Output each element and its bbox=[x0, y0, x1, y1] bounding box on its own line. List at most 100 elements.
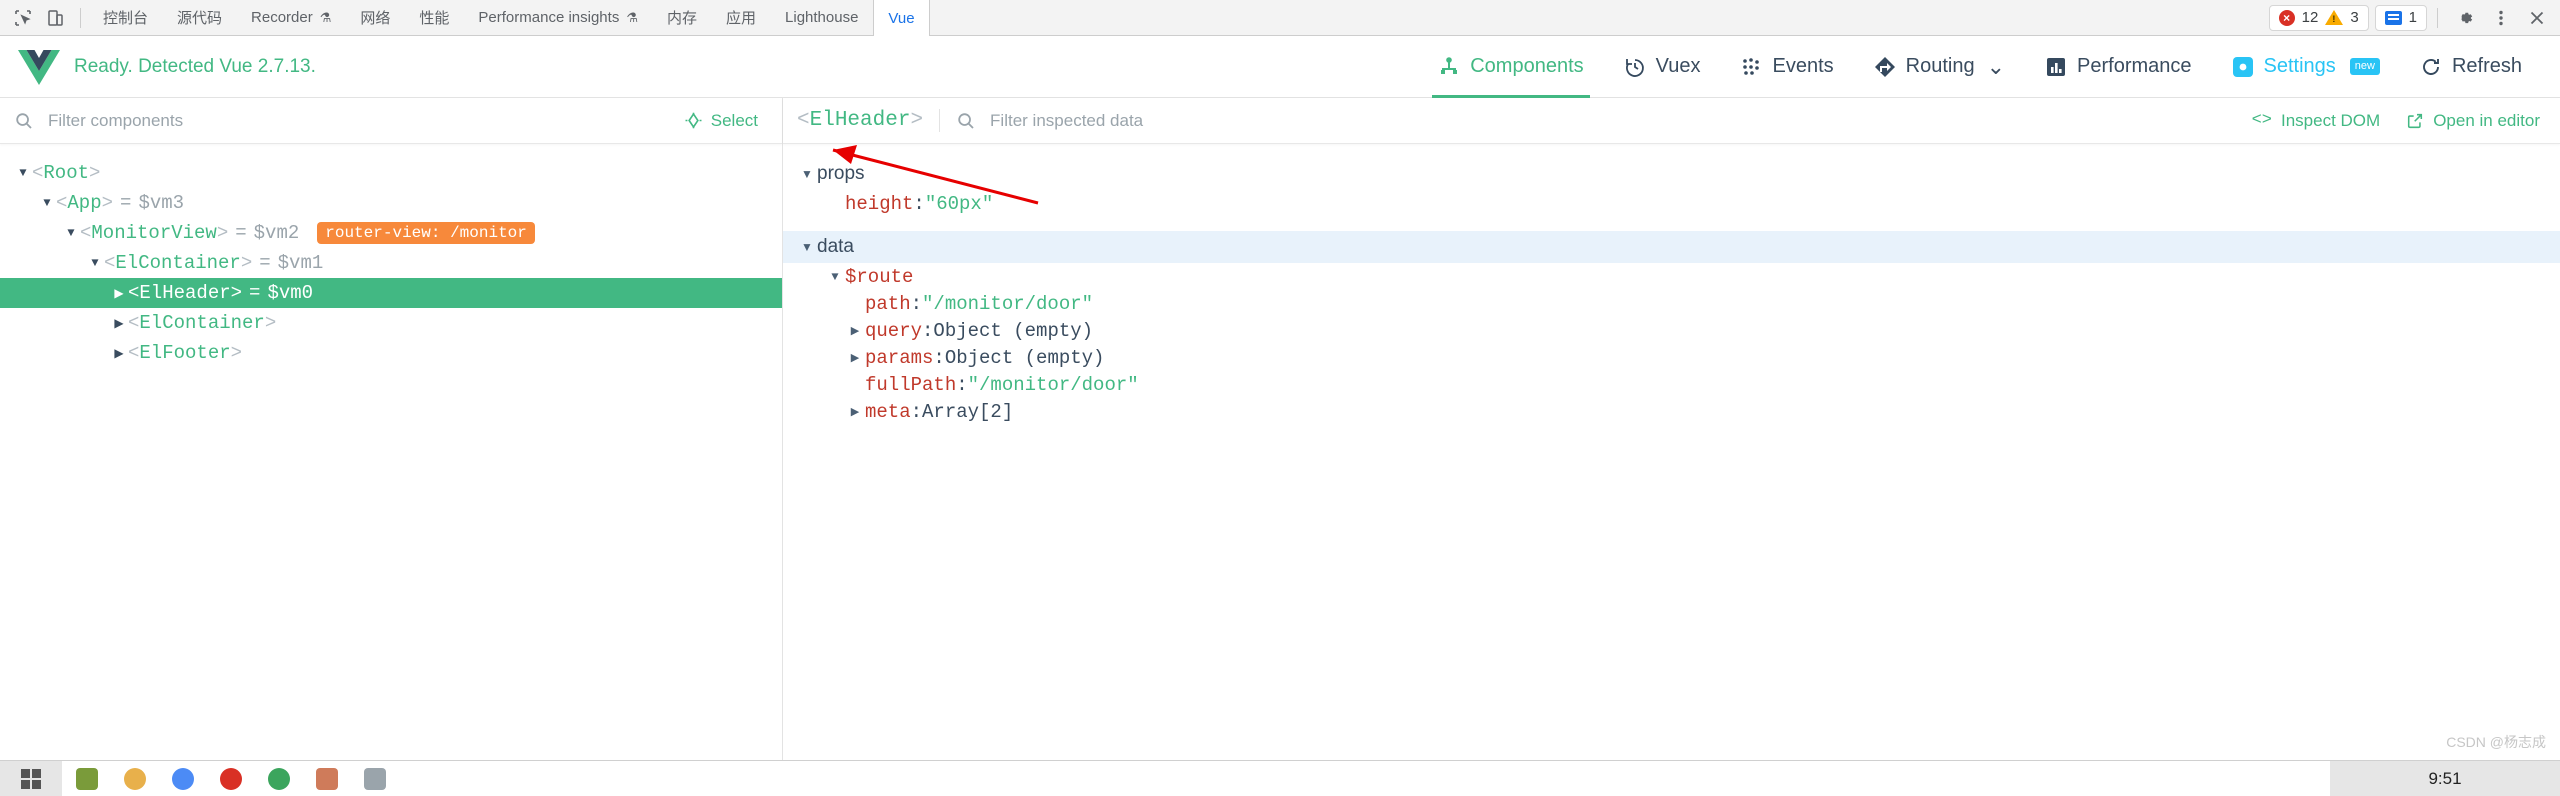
external-link-icon bbox=[2408, 113, 2423, 128]
start-button[interactable] bbox=[0, 761, 62, 796]
gear-icon[interactable] bbox=[2448, 3, 2482, 33]
devtools-tab-6[interactable]: Performance insights ⚗ bbox=[464, 0, 653, 35]
taskbar-app-2[interactable] bbox=[124, 767, 146, 790]
vue-nav-item-events[interactable]: Events bbox=[1720, 36, 1853, 98]
vue-nav-item-routing[interactable]: Routing ⌄ bbox=[1854, 36, 2025, 98]
tree-node[interactable]: ▼ < Root > bbox=[0, 158, 782, 188]
inspector-pane: <ElHeader> <> Inspect DOM bbox=[783, 98, 2560, 760]
key-value-separator: : bbox=[922, 319, 934, 342]
taskbar-app-1[interactable] bbox=[76, 767, 98, 790]
devtools-tab-label: Performance insights bbox=[478, 9, 620, 26]
inspector-row[interactable]: ▶ params: Object (empty) bbox=[783, 344, 2560, 371]
vue-nav-item-vuex[interactable]: Vuex bbox=[1604, 36, 1721, 98]
inspect-dom-button[interactable]: <> Inspect DOM bbox=[2252, 111, 2381, 131]
inspector-row[interactable]: height: "60px" bbox=[783, 190, 2560, 217]
vue-nav-item-label: Refresh bbox=[2451, 55, 2522, 77]
devtools-tab-label: Recorder bbox=[251, 9, 313, 26]
tree-node-name: MonitorView bbox=[91, 222, 217, 244]
inspected-component-label: ElHeader bbox=[809, 109, 911, 132]
devtools-tab-3[interactable]: Recorder ⚗ bbox=[237, 0, 346, 35]
vue-nav-item-refresh[interactable]: Refresh bbox=[2400, 36, 2542, 98]
tag-open-bracket: < bbox=[104, 252, 116, 274]
close-icon[interactable] bbox=[2520, 3, 2554, 33]
inspector-row[interactable]: ▶ meta: Array[2] bbox=[783, 398, 2560, 425]
chevron-down-icon[interactable]: ▼ bbox=[797, 167, 817, 181]
devtools-tab-7[interactable]: 内存 bbox=[653, 0, 712, 35]
inspector-value: "60px" bbox=[924, 192, 994, 215]
vue-nav-item-performance[interactable]: Performance bbox=[2025, 36, 2212, 98]
key-value-separator: : bbox=[913, 192, 925, 215]
select-label: Select bbox=[710, 110, 758, 130]
devtools-window: 控制台 源代码 Recorder ⚗ 网络 性能 Performance insights ⚗… bbox=[0, 0, 2560, 796]
key-value-separator: : bbox=[956, 373, 968, 396]
inspector-row[interactable]: ▼ $route bbox=[783, 263, 2560, 290]
devtools-tab-5[interactable]: 性能 bbox=[405, 0, 464, 35]
chevron-right-icon[interactable]: ▶ bbox=[110, 346, 128, 361]
device-toolbar-icon[interactable] bbox=[40, 4, 70, 32]
message-count: 1 bbox=[2408, 9, 2417, 26]
devtools-tab-10[interactable]: Vue bbox=[873, 0, 930, 36]
open-in-editor-button[interactable]: Open in editor bbox=[2406, 111, 2540, 131]
tree-node[interactable]: ▶ < ElFooter > bbox=[0, 338, 782, 368]
chevron-down-icon[interactable]: ▼ bbox=[62, 226, 80, 240]
inspect-element-icon[interactable] bbox=[8, 4, 38, 32]
devtools-tab-2[interactable]: 源代码 bbox=[163, 0, 237, 35]
vue-nav-item-settings[interactable]: Settings new bbox=[2212, 36, 2400, 98]
devtools-tab-label: 源代码 bbox=[177, 10, 223, 27]
panes: Select ▼<Root>▼<App>=$vm3▼<MonitorView>=… bbox=[0, 98, 2560, 760]
tree-node[interactable]: ▼ < ElContainer > = $vm1 bbox=[0, 248, 782, 278]
tree-node[interactable]: ▼ < App > = $vm3 bbox=[0, 188, 782, 218]
key-value-separator: : bbox=[933, 346, 945, 369]
devtools-tab-9[interactable]: Lighthouse bbox=[771, 0, 873, 35]
message-count-button[interactable]: 1 bbox=[2374, 4, 2427, 31]
chevron-down-icon[interactable]: ▼ bbox=[38, 196, 56, 210]
taskbar-app-5[interactable] bbox=[268, 767, 290, 790]
inspector-section-header[interactable]: ▼ props bbox=[783, 158, 2560, 190]
tree-node-selected[interactable]: ▶ < ElHeader > = $vm0 bbox=[0, 278, 782, 308]
performance-bars-icon bbox=[2045, 56, 2067, 78]
chevron-right-icon[interactable]: ▶ bbox=[845, 351, 865, 365]
chevron-right-icon[interactable]: ▶ bbox=[845, 324, 865, 338]
tree-node-name: ElContainer bbox=[139, 312, 265, 334]
taskbar-app-3[interactable] bbox=[172, 767, 194, 790]
chevron-down-icon[interactable]: ▼ bbox=[86, 256, 104, 270]
devtools-tab-4[interactable]: 网络 bbox=[346, 0, 405, 35]
devtools-tab-label: 应用 bbox=[726, 10, 757, 27]
filter-components-input[interactable] bbox=[48, 110, 674, 131]
inspector-key: path bbox=[865, 292, 911, 315]
vue-logo-icon bbox=[18, 48, 60, 86]
chevron-right-icon[interactable]: ▶ bbox=[110, 286, 128, 301]
taskbar-app-6[interactable] bbox=[316, 767, 338, 790]
more-options-icon[interactable] bbox=[2484, 3, 2518, 33]
inspector-row[interactable]: fullPath: "/monitor/door" bbox=[783, 371, 2560, 398]
vue-nav-item-label: Routing bbox=[1905, 55, 1975, 77]
chevron-down-icon[interactable]: ▼ bbox=[797, 240, 817, 254]
chevron-right-icon[interactable]: ▶ bbox=[845, 405, 865, 419]
inspector-row[interactable]: ▶ query: Object (empty) bbox=[783, 317, 2560, 344]
select-component-button[interactable]: Select bbox=[674, 111, 768, 131]
vue-nav-item-label: Performance bbox=[2077, 55, 2192, 77]
filter-inspected-data-input[interactable] bbox=[990, 110, 2252, 131]
tag-close-bracket: > bbox=[89, 162, 101, 184]
inspector-section-header[interactable]: ▼ data bbox=[783, 231, 2560, 263]
issue-counts[interactable]: × 12 3 bbox=[2268, 4, 2369, 31]
taskbar-app-7[interactable] bbox=[364, 767, 386, 790]
tree-node[interactable]: ▶ < ElContainer > bbox=[0, 308, 782, 338]
vue-devtools-header: Ready. Detected Vue 2.7.13. Components Vu… bbox=[0, 36, 2560, 98]
devtools-tab-1[interactable]: 控制台 bbox=[89, 0, 163, 35]
equals-sign: = bbox=[249, 282, 261, 304]
taskbar-app-4[interactable] bbox=[220, 767, 242, 790]
components-tree-icon bbox=[1438, 56, 1460, 78]
devtools-tab-label: 控制台 bbox=[103, 10, 149, 27]
error-icon: × bbox=[2278, 9, 2295, 26]
devtools-tab-8[interactable]: 应用 bbox=[712, 0, 771, 35]
inspector-row[interactable]: path: "/monitor/door" bbox=[783, 290, 2560, 317]
taskbar-clock[interactable]: 9:51 bbox=[2330, 769, 2560, 789]
chevron-right-icon[interactable]: ▶ bbox=[110, 316, 128, 331]
component-tree: ▼ < Root > ▼ < App > = $vm3 ▼ < MonitorView > = $vm2 rou… bbox=[0, 144, 782, 760]
chevron-down-icon[interactable]: ▼ bbox=[14, 166, 32, 180]
chevron-down-icon[interactable]: ⌄ bbox=[1987, 56, 2005, 78]
vue-nav-item-components[interactable]: Components bbox=[1418, 36, 1603, 98]
chevron-down-icon[interactable]: ▼ bbox=[825, 270, 845, 284]
tree-node[interactable]: ▼ < MonitorView > = $vm2 router-view: /monitor bbox=[0, 218, 782, 248]
